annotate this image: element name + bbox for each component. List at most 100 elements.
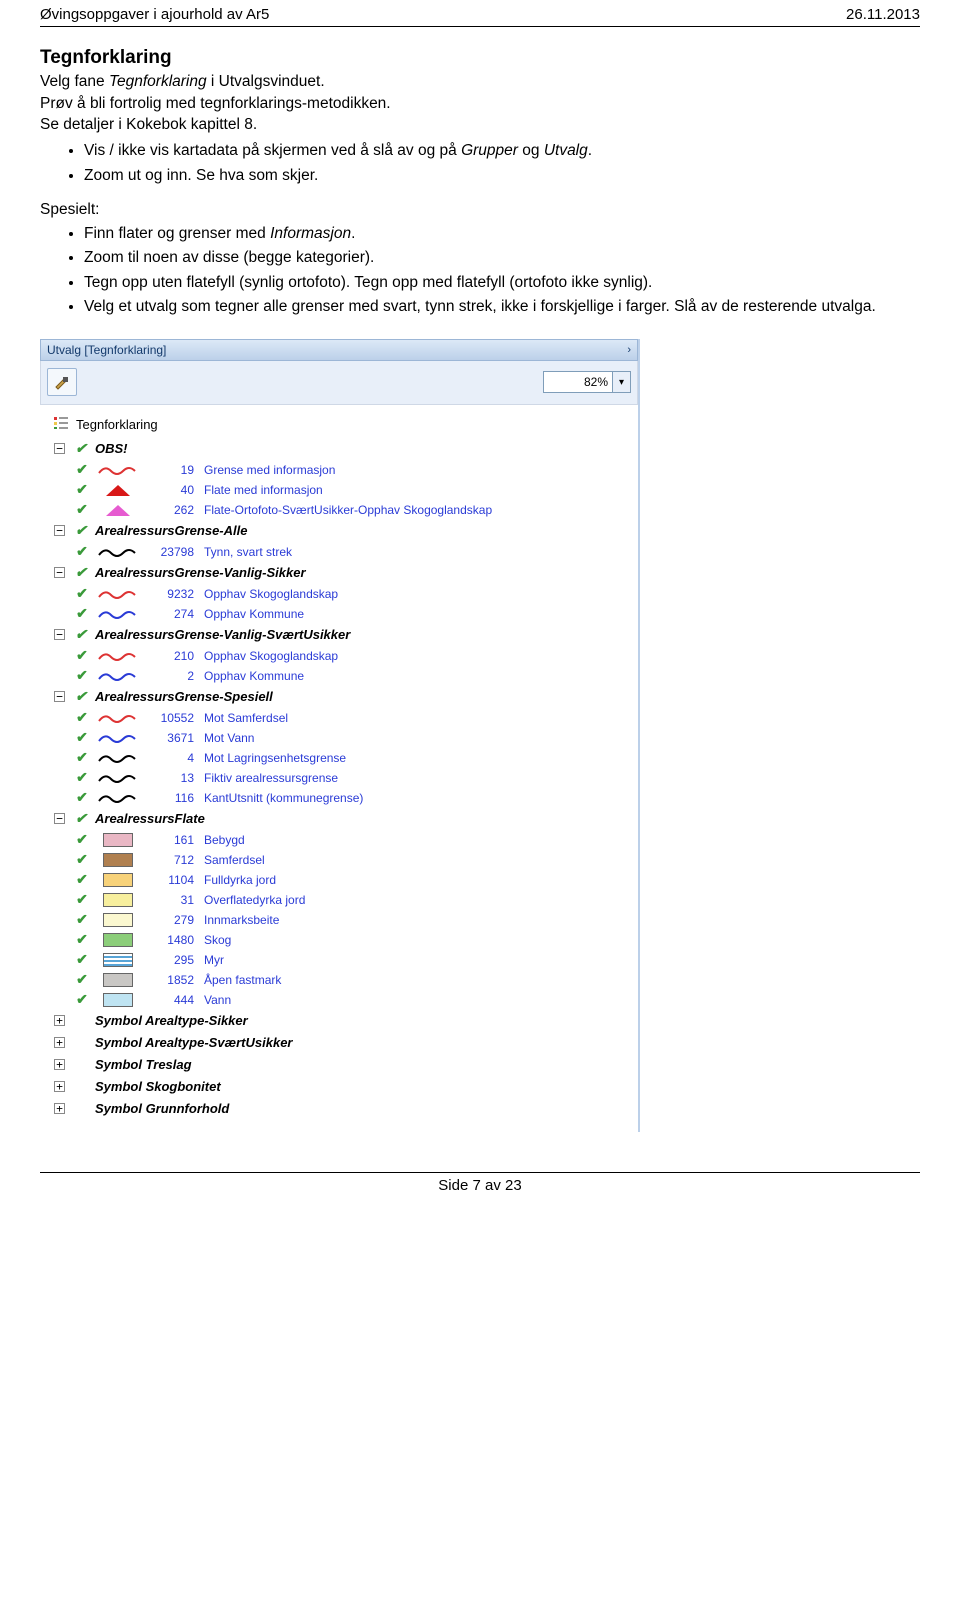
legend-label: Opphav Kommune bbox=[204, 669, 628, 683]
legend-item[interactable]: ✔10552Mot Samferdsel bbox=[54, 708, 628, 728]
legend-group-header[interactable]: −✔ArealressursFlate bbox=[54, 808, 628, 830]
legend-count: 1852 bbox=[144, 973, 204, 987]
legend-item[interactable]: ✔3671Mot Vann bbox=[54, 728, 628, 748]
legend-item[interactable]: ✔ 2Opphav Kommune bbox=[54, 666, 628, 686]
legend-label: Grense med informasjon bbox=[204, 463, 628, 477]
legend-item[interactable]: ✔1852Åpen fastmark bbox=[54, 970, 628, 990]
legend-item[interactable]: ✔279Innmarksbeite bbox=[54, 910, 628, 930]
spesielt-label: Spesielt: bbox=[40, 201, 920, 219]
legend-item[interactable]: ✔274Opphav Kommune bbox=[54, 604, 628, 624]
legend-item[interactable]: ✔210Opphav Skogoglandskap bbox=[54, 646, 628, 666]
check-icon: ✔ bbox=[72, 543, 92, 560]
bullet-item: Vis / ikke vis kartadata på skjermen ved… bbox=[84, 140, 920, 162]
legend-group-header[interactable]: +Symbol Arealtype-Sikker bbox=[54, 1010, 628, 1032]
toggle-icon[interactable]: − bbox=[54, 813, 65, 824]
check-icon: ✔ bbox=[72, 769, 92, 786]
legend-symbol bbox=[92, 483, 144, 497]
check-icon: ✔ bbox=[72, 605, 92, 622]
legend-item[interactable]: ✔1104Fulldyrka jord bbox=[54, 870, 628, 890]
legend-count: 1104 bbox=[144, 873, 204, 887]
legend-group-header[interactable]: −✔ OBS! bbox=[54, 438, 628, 460]
legend-item[interactable]: ✔161Bebygd bbox=[54, 830, 628, 850]
legend-group-header[interactable]: + Symbol Treslag bbox=[54, 1054, 628, 1076]
toggle-icon[interactable]: + bbox=[54, 1059, 65, 1070]
legend-symbol bbox=[92, 772, 144, 784]
legend-item[interactable]: ✔712Samferdsel bbox=[54, 850, 628, 870]
zoom-dropdown-button[interactable]: ▾ bbox=[613, 371, 631, 393]
legend-group-name: ArealressursFlate bbox=[95, 811, 205, 826]
legend-label: Flate med informasjon bbox=[204, 483, 628, 497]
legend-group-name: Symbol Treslag bbox=[95, 1057, 192, 1072]
legend-item[interactable]: ✔295Myr bbox=[54, 950, 628, 970]
bullet-list-2: Finn flater og grenser med Informasjon. … bbox=[40, 223, 920, 319]
bullet-item: Finn flater og grenser med Informasjon. bbox=[84, 223, 920, 245]
legend-count: 712 bbox=[144, 853, 204, 867]
legend-count: 444 bbox=[144, 993, 204, 1007]
legend-symbol bbox=[92, 893, 144, 907]
legend-item[interactable]: ✔116KantUtsnitt (kommunegrense) bbox=[54, 788, 628, 808]
legend-label: Fulldyrka jord bbox=[204, 873, 628, 887]
legend-group-name: ArealressursGrense-Alle bbox=[95, 523, 247, 538]
check-icon: ✔ bbox=[72, 891, 92, 908]
legend-group-header[interactable]: +Symbol Skogbonitet bbox=[54, 1076, 628, 1098]
doc-header-left: Øvingsoppgaver i ajourhold av Ar5 bbox=[40, 6, 269, 23]
legend-group-header[interactable]: +Symbol Arealtype-SværtUsikker bbox=[54, 1032, 628, 1054]
check-icon: ✔ bbox=[72, 481, 92, 498]
legend-count: 116 bbox=[144, 791, 204, 805]
legend-group-header[interactable]: −✔ArealressursGrense-Vanlig-Sikker bbox=[54, 562, 628, 584]
check-icon: ✔ bbox=[71, 564, 91, 581]
legend-group-header[interactable]: −✔ArealressursGrense-Alle bbox=[54, 520, 628, 542]
brush-icon bbox=[53, 373, 71, 391]
check-icon: ✔ bbox=[72, 831, 92, 848]
check-icon: ✔ bbox=[71, 440, 91, 457]
toggle-icon[interactable]: + bbox=[54, 1081, 65, 1092]
legend-item[interactable]: ✔23798Tynn, svart strek bbox=[54, 542, 628, 562]
legend-label: Overflatedyrka jord bbox=[204, 893, 628, 907]
legend-symbol bbox=[92, 732, 144, 744]
ui-window-title: Utvalg [Tegnforklaring] › bbox=[40, 339, 638, 361]
legend-symbol bbox=[92, 650, 144, 662]
legend-item[interactable]: ✔4Mot Lagringsenhetsgrense bbox=[54, 748, 628, 768]
legend-body: Tegnforklaring −✔OBS!✔19Grense med infor… bbox=[40, 405, 638, 1132]
legend-item[interactable]: ✔444Vann bbox=[54, 990, 628, 1010]
legend-item[interactable]: ✔262Flate-Ortofoto-SværtUsikker-Opphav S… bbox=[54, 500, 628, 520]
legend-label: Skog bbox=[204, 933, 628, 947]
body-line-1: Velg fane Tegnforklaring i Utvalgsvindue… bbox=[40, 71, 920, 93]
check-icon: ✔ bbox=[72, 749, 92, 766]
legend-group-header[interactable]: −✔ArealressursGrense-Vanlig-SværtUsikker bbox=[54, 624, 628, 646]
legend-item[interactable]: ✔13Fiktiv arealressursgrense bbox=[54, 768, 628, 788]
legend-count: 4 bbox=[144, 751, 204, 765]
legend-item[interactable]: ✔9232Opphav Skogoglandskap bbox=[54, 584, 628, 604]
legend-group-name: OBS! bbox=[95, 441, 128, 456]
legend-symbol bbox=[92, 953, 144, 967]
tool-button[interactable] bbox=[47, 368, 77, 396]
toggle-icon[interactable]: − bbox=[54, 629, 65, 640]
legend-item[interactable]: ✔31Overflatedyrka jord bbox=[54, 890, 628, 910]
legend-group-header[interactable]: +Symbol Grunnforhold bbox=[54, 1098, 628, 1120]
check-icon: ✔ bbox=[72, 667, 92, 684]
legend-item[interactable]: ✔40Flate med informasjon bbox=[54, 480, 628, 500]
legend-count: 2 bbox=[144, 669, 204, 683]
zoom-input[interactable] bbox=[543, 371, 613, 393]
legend-label: Myr bbox=[204, 953, 628, 967]
legend-symbol bbox=[92, 670, 144, 682]
legend-symbol bbox=[92, 546, 144, 558]
toggle-icon[interactable]: − bbox=[54, 567, 65, 578]
toggle-icon[interactable]: + bbox=[54, 1103, 65, 1114]
legend-label: Mot Vann bbox=[204, 731, 628, 745]
legend-item[interactable]: ✔1480Skog bbox=[54, 930, 628, 950]
toggle-icon[interactable]: − bbox=[54, 443, 65, 454]
chevron-down-icon: ▾ bbox=[619, 377, 624, 388]
chevron-right-icon[interactable]: › bbox=[627, 344, 631, 356]
legend-count: 10552 bbox=[144, 711, 204, 725]
legend-symbol bbox=[92, 853, 144, 867]
bullet-item: Zoom til noen av disse (begge kategorier… bbox=[84, 247, 920, 269]
toggle-icon[interactable]: + bbox=[54, 1015, 65, 1026]
legend-group-header[interactable]: −✔ArealressursGrense-Spesiell bbox=[54, 686, 628, 708]
legend-count: 279 bbox=[144, 913, 204, 927]
toggle-icon[interactable]: − bbox=[54, 525, 65, 536]
toggle-icon[interactable]: + bbox=[54, 1037, 65, 1048]
legend-item[interactable]: ✔19Grense med informasjon bbox=[54, 460, 628, 480]
legend-count: 274 bbox=[144, 607, 204, 621]
toggle-icon[interactable]: − bbox=[54, 691, 65, 702]
